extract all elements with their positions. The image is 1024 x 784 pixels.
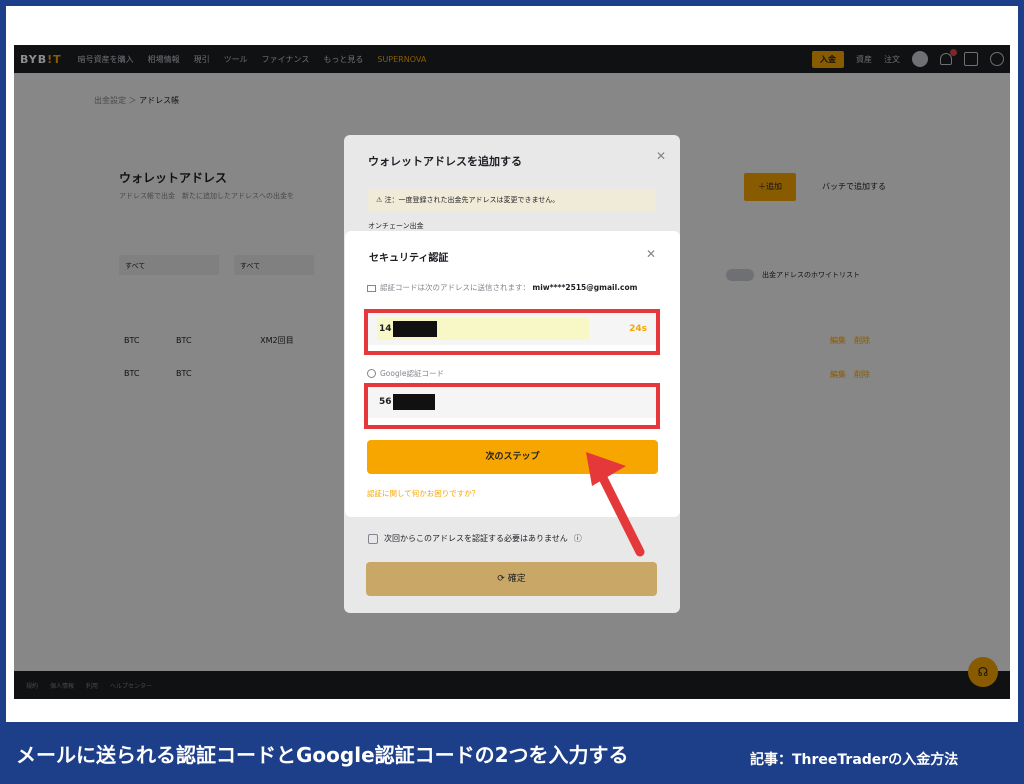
caption-main: メールに送られる認証コードとGoogle認証コードの2つを入力する bbox=[16, 743, 629, 767]
dialog-title: ウォレットアドレスを追加する bbox=[368, 155, 522, 168]
notice-banner: ⚠ 注：一度登録された出金先アドレスは変更できません。 bbox=[368, 189, 656, 211]
confirm-label: 確定 bbox=[507, 574, 526, 584]
caption-bar: メールに送られる認証コードとGoogle認証コードの2つを入力する 記事：Thr… bbox=[0, 722, 1024, 784]
info-icon: ⓘ bbox=[573, 534, 582, 543]
notice-text: 注：一度登録された出金先アドレスは変更できません。 bbox=[384, 196, 560, 204]
skip-verify-label: 次回からこのアドレスを認証する必要はありません bbox=[384, 534, 568, 543]
pointer-arrow-icon bbox=[586, 452, 645, 557]
caption-article: 記事：ThreeTraderの入金方法 bbox=[750, 752, 959, 768]
help-link[interactable]: 認証に関して何かお困りですか？ bbox=[367, 488, 479, 499]
skip-verify-row: 次回からこのアドレスを認証する必要はありません ⓘ bbox=[368, 533, 582, 544]
app-screenshot: BYB!T 暗号資産を購入 相場情報 現引 ツール ファイナンス もっと見る S… bbox=[14, 45, 1010, 699]
email-code-highlight-box bbox=[364, 309, 660, 355]
email-prompt-text: 認証コードは次のアドレスに送信されます： bbox=[380, 283, 530, 292]
masked-email: miw****2515@gmail.com bbox=[532, 283, 638, 292]
google-code-label-text: Google認証コード bbox=[380, 369, 444, 378]
google-auth-icon bbox=[367, 369, 376, 378]
skip-verify-checkbox[interactable] bbox=[368, 533, 378, 544]
close-icon[interactable]: ✕ bbox=[656, 149, 666, 163]
google-code-label: Google認証コード bbox=[367, 368, 444, 379]
mail-icon bbox=[367, 284, 376, 292]
google-code-highlight-box bbox=[364, 383, 660, 429]
email-code-value: 14 bbox=[379, 324, 392, 334]
close-icon[interactable]: ✕ bbox=[646, 247, 656, 261]
onchain-label: オンチェーン出金 bbox=[368, 222, 424, 230]
confirm-button[interactable]: ⟳ 確定 bbox=[366, 562, 657, 596]
dialog-title: セキュリティ認証 bbox=[369, 253, 449, 264]
email-prompt: 認証コードは次のアドレスに送信されます： miw****2515@gmail.c… bbox=[367, 282, 659, 294]
